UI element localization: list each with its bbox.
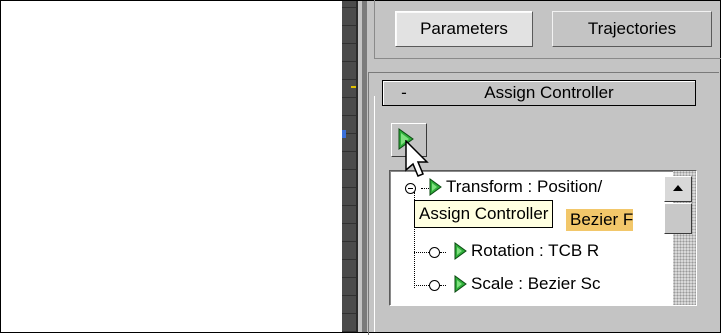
tree-item-transform[interactable]: Transform : Position/ xyxy=(428,176,602,198)
viewport-gizmo-mark xyxy=(342,130,346,138)
viewport-edge[interactable] xyxy=(342,1,356,332)
tree-item-label: Rotation : TCB R xyxy=(471,241,600,260)
tooltip: Assign Controller xyxy=(414,200,554,228)
controller-arrow-icon xyxy=(454,275,467,293)
rollout-header[interactable]: - Assign Controller xyxy=(382,80,696,106)
panel-scroll-rail[interactable] xyxy=(362,1,367,332)
tree-clip: Transform : Position/ Bezier F Rotation … xyxy=(389,170,664,306)
scroll-thumb[interactable] xyxy=(664,203,692,234)
tree-item-label: Scale : Bezier Sc xyxy=(471,274,601,293)
tree-node-icon[interactable] xyxy=(429,280,440,291)
rollout-title: Assign Controller xyxy=(484,83,614,102)
mouse-cursor-icon xyxy=(405,140,429,177)
tree-item-position[interactable]: Bezier F xyxy=(566,209,634,231)
rollout-edge xyxy=(374,96,378,332)
scroll-up-button[interactable] xyxy=(664,176,692,202)
tree-node-icon[interactable] xyxy=(429,247,440,258)
tab-trajectories[interactable]: Trajectories xyxy=(552,11,712,47)
tree-connector xyxy=(414,285,429,286)
tree-item-label: Transform : Position/ xyxy=(446,177,603,196)
tree-item-rotation[interactable]: Rotation : TCB R xyxy=(453,240,599,262)
tree-connector xyxy=(440,252,446,253)
tree-collapse-icon[interactable] xyxy=(405,183,416,194)
tab-trajectories-label: Trajectories xyxy=(587,19,677,38)
tab-parameters-label: Parameters xyxy=(420,19,508,38)
blank-area xyxy=(1,1,342,332)
tree-connector xyxy=(414,252,429,253)
tree-item-label: Bezier F xyxy=(570,210,634,229)
tree-connector xyxy=(440,285,446,286)
controller-arrow-icon xyxy=(454,242,467,260)
tree-item-scale[interactable]: Scale : Bezier Sc xyxy=(453,273,600,295)
tab-parameters[interactable]: Parameters xyxy=(395,11,533,47)
